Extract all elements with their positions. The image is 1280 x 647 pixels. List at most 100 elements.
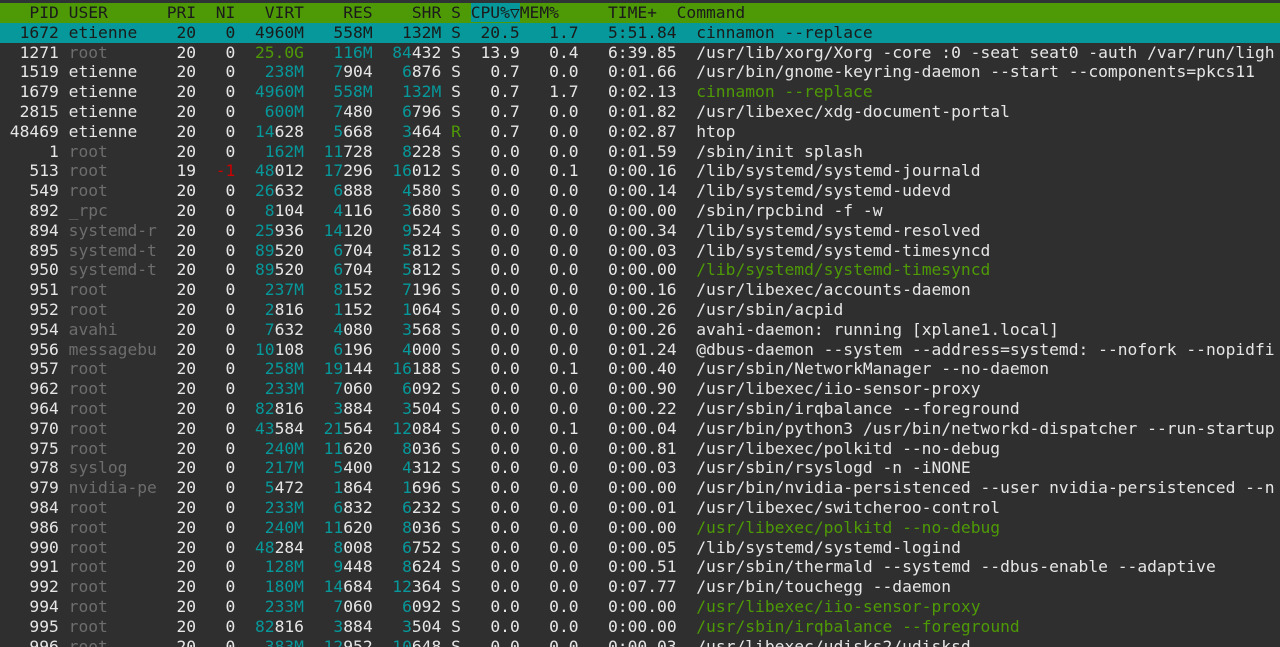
process-row[interactable]: 952 root 20 0 2816 1152 1064 S 0.0 0.0 0… (0, 300, 1280, 320)
col-pri-header[interactable]: PRI (167, 3, 196, 22)
user-cell: systemd-r (68, 220, 157, 240)
process-row[interactable]: 991 root 20 0 128M 9448 8624 S 0.0 0.0 0… (0, 557, 1280, 577)
process-row[interactable]: 951 root 20 0 237M 8152 7196 S 0.0 0.0 0… (0, 280, 1280, 300)
command-cell: /sbin/rpcbind -f -w (696, 200, 883, 220)
command-cell: /usr/sbin/NetworkManager --no-daemon (696, 359, 1050, 379)
mem-cell: 0.0 (529, 398, 579, 418)
col-mem-header[interactable]: MEM% (520, 3, 559, 22)
process-row[interactable]: 975 root 20 0 240M 11620 8036 S 0.0 0.0 … (0, 439, 1280, 459)
command-cell: /usr/lib/xorg/Xorg -core :0 -seat seat0 … (696, 42, 1275, 62)
cpu-cell: 20.5 (470, 22, 520, 42)
col-state-header[interactable]: S (451, 3, 461, 22)
state-cell: S (451, 577, 461, 597)
process-row[interactable]: 978 syslog 20 0 217M 5400 4312 S 0.0 0.0… (0, 458, 1280, 478)
process-row[interactable]: 990 root 20 0 48284 8008 6752 S 0.0 0.0 … (0, 538, 1280, 558)
process-row[interactable]: 513 root 19 -1 48012 17296 16012 S 0.0 0… (0, 161, 1280, 181)
process-row[interactable]: 1679 etienne 20 0 4960M 558M 132M S 0.7 … (0, 82, 1280, 102)
mem-cell: 0.0 (529, 458, 579, 478)
process-row[interactable]: 1 root 20 0 162M 11728 8228 S 0.0 0.0 0:… (0, 142, 1280, 162)
process-row[interactable]: 895 systemd-t 20 0 89520 6704 5812 S 0.0… (0, 241, 1280, 261)
process-row[interactable]: 992 root 20 0 180M 14684 12364 S 0.0 0.0… (0, 577, 1280, 597)
priority-cell: 20 (166, 379, 197, 399)
user-cell: systemd-t (68, 240, 157, 260)
virt-cell: 10108 (254, 339, 304, 359)
time-cell: 0:00.03 (588, 240, 677, 260)
mem-cell: 0.0 (529, 478, 579, 498)
time-cell: 0:00.26 (588, 299, 677, 319)
process-row[interactable]: 954 avahi 20 0 7632 4080 3568 S 0.0 0.0 … (0, 320, 1280, 340)
shr-cell: 132M (402, 22, 442, 42)
virt-cell: 238M (264, 62, 304, 82)
process-row[interactable]: 996 root 20 0 383M 12952 10648 S 0.0 0.0… (0, 637, 1280, 647)
process-list[interactable]: 1672 etienne 20 0 4960M 558M 132M S 20.5… (0, 22, 1280, 647)
cpu-cell: 0.0 (470, 596, 520, 616)
time-cell: 0:00.00 (588, 616, 677, 636)
nice-cell: 0 (205, 458, 236, 478)
process-row[interactable]: 950 systemd-t 20 0 89520 6704 5812 S 0.0… (0, 260, 1280, 280)
virt-cell: 48012 (254, 161, 304, 181)
process-row[interactable]: 964 root 20 0 82816 3884 3504 S 0.0 0.0 … (0, 399, 1280, 419)
user-cell: systemd-t (68, 260, 157, 280)
res-cell: 8152 (333, 280, 373, 300)
process-row[interactable]: 984 root 20 0 233M 6832 6232 S 0.0 0.0 0… (0, 498, 1280, 518)
mem-cell: 0.0 (529, 260, 579, 280)
process-row[interactable]: 1271 root 20 0 25.0G 116M 84432 S 13.9 0… (0, 43, 1280, 63)
user-cell: root (68, 596, 157, 616)
process-row[interactable]: 48469 etienne 20 0 14628 5668 3464 R 0.7… (0, 122, 1280, 142)
command-cell: @dbus-daemon --system --address=systemd:… (696, 339, 1275, 359)
time-cell: 0:00.14 (588, 181, 677, 201)
process-row[interactable]: 979 nvidia-pe 20 0 5472 1864 1696 S 0.0 … (0, 478, 1280, 498)
user-cell: root (68, 379, 157, 399)
col-command-header[interactable]: Command (677, 3, 746, 22)
virt-cell: 5472 (264, 478, 304, 498)
time-cell: 0:00.05 (588, 537, 677, 557)
process-row-selected[interactable]: 1672 etienne 20 0 4960M 558M 132M S 20.5… (0, 22, 1280, 43)
time-cell: 6:39.85 (588, 42, 677, 62)
pid-cell: 996 (0, 636, 59, 647)
col-shr-header[interactable]: SHR (382, 3, 441, 22)
process-row[interactable]: 956 messagebu 20 0 10108 6196 4000 S 0.0… (0, 340, 1280, 360)
col-time-header[interactable]: TIME+ (569, 3, 657, 22)
process-row[interactable]: 957 root 20 0 258M 19144 16188 S 0.0 0.1… (0, 359, 1280, 379)
process-row[interactable]: 2815 etienne 20 0 600M 7480 6796 S 0.7 0… (0, 102, 1280, 122)
nice-cell: 0 (205, 577, 236, 597)
column-header-row[interactable]: PID USER PRI NI VIRT RES SHR S CPU%▽MEM%… (0, 0, 1280, 23)
process-row[interactable]: 962 root 20 0 233M 7060 6092 S 0.0 0.0 0… (0, 379, 1280, 399)
process-row[interactable]: 995 root 20 0 82816 3884 3504 S 0.0 0.0 … (0, 617, 1280, 637)
priority-cell: 20 (166, 497, 197, 517)
process-row[interactable]: 1519 etienne 20 0 238M 7904 6876 S 0.7 0… (0, 62, 1280, 82)
col-virt-header[interactable]: VIRT (245, 3, 304, 22)
col-pid-header[interactable]: PID (0, 3, 58, 22)
nice-cell: 0 (205, 240, 236, 260)
user-cell: _rpc (68, 200, 157, 220)
state-cell: S (451, 379, 461, 399)
time-cell: 0:02.87 (588, 121, 677, 141)
user-cell: root (68, 438, 157, 458)
user-cell: root (68, 42, 157, 62)
state-cell: S (451, 478, 461, 498)
col-user-header[interactable]: USER (69, 3, 157, 22)
mem-cell: 0.0 (529, 181, 579, 201)
process-row[interactable]: 970 root 20 0 43584 21564 12084 S 0.0 0.… (0, 419, 1280, 439)
user-cell: root (68, 398, 157, 418)
nice-cell: 0 (205, 181, 236, 201)
shr-cell: 84432 (392, 42, 442, 62)
pid-cell: 895 (0, 240, 59, 260)
state-cell: S (451, 636, 461, 647)
process-row[interactable]: 892 _rpc 20 0 8104 4116 3680 S 0.0 0.0 0… (0, 201, 1280, 221)
cpu-cell: 0.0 (470, 438, 520, 458)
nice-cell: 0 (205, 260, 236, 280)
col-cpu-header-sorted[interactable]: CPU%▽ (470, 3, 520, 22)
cpu-cell: 0.0 (470, 359, 520, 379)
process-row[interactable]: 894 systemd-r 20 0 25936 14120 9524 S 0.… (0, 221, 1280, 241)
col-res-header[interactable]: RES (314, 3, 372, 22)
process-row[interactable]: 994 root 20 0 233M 7060 6092 S 0.0 0.0 0… (0, 597, 1280, 617)
process-row[interactable]: 549 root 20 0 26632 6888 4580 S 0.0 0.0 … (0, 181, 1280, 201)
pid-cell: 1519 (0, 62, 59, 82)
virt-cell: 14628 (254, 121, 304, 141)
pid-cell: 986 (0, 517, 59, 537)
state-cell: S (451, 497, 461, 517)
nice-cell: 0 (205, 101, 236, 121)
process-row[interactable]: 986 root 20 0 240M 11620 8036 S 0.0 0.0 … (0, 518, 1280, 538)
col-ni-header[interactable]: NI (206, 3, 236, 22)
